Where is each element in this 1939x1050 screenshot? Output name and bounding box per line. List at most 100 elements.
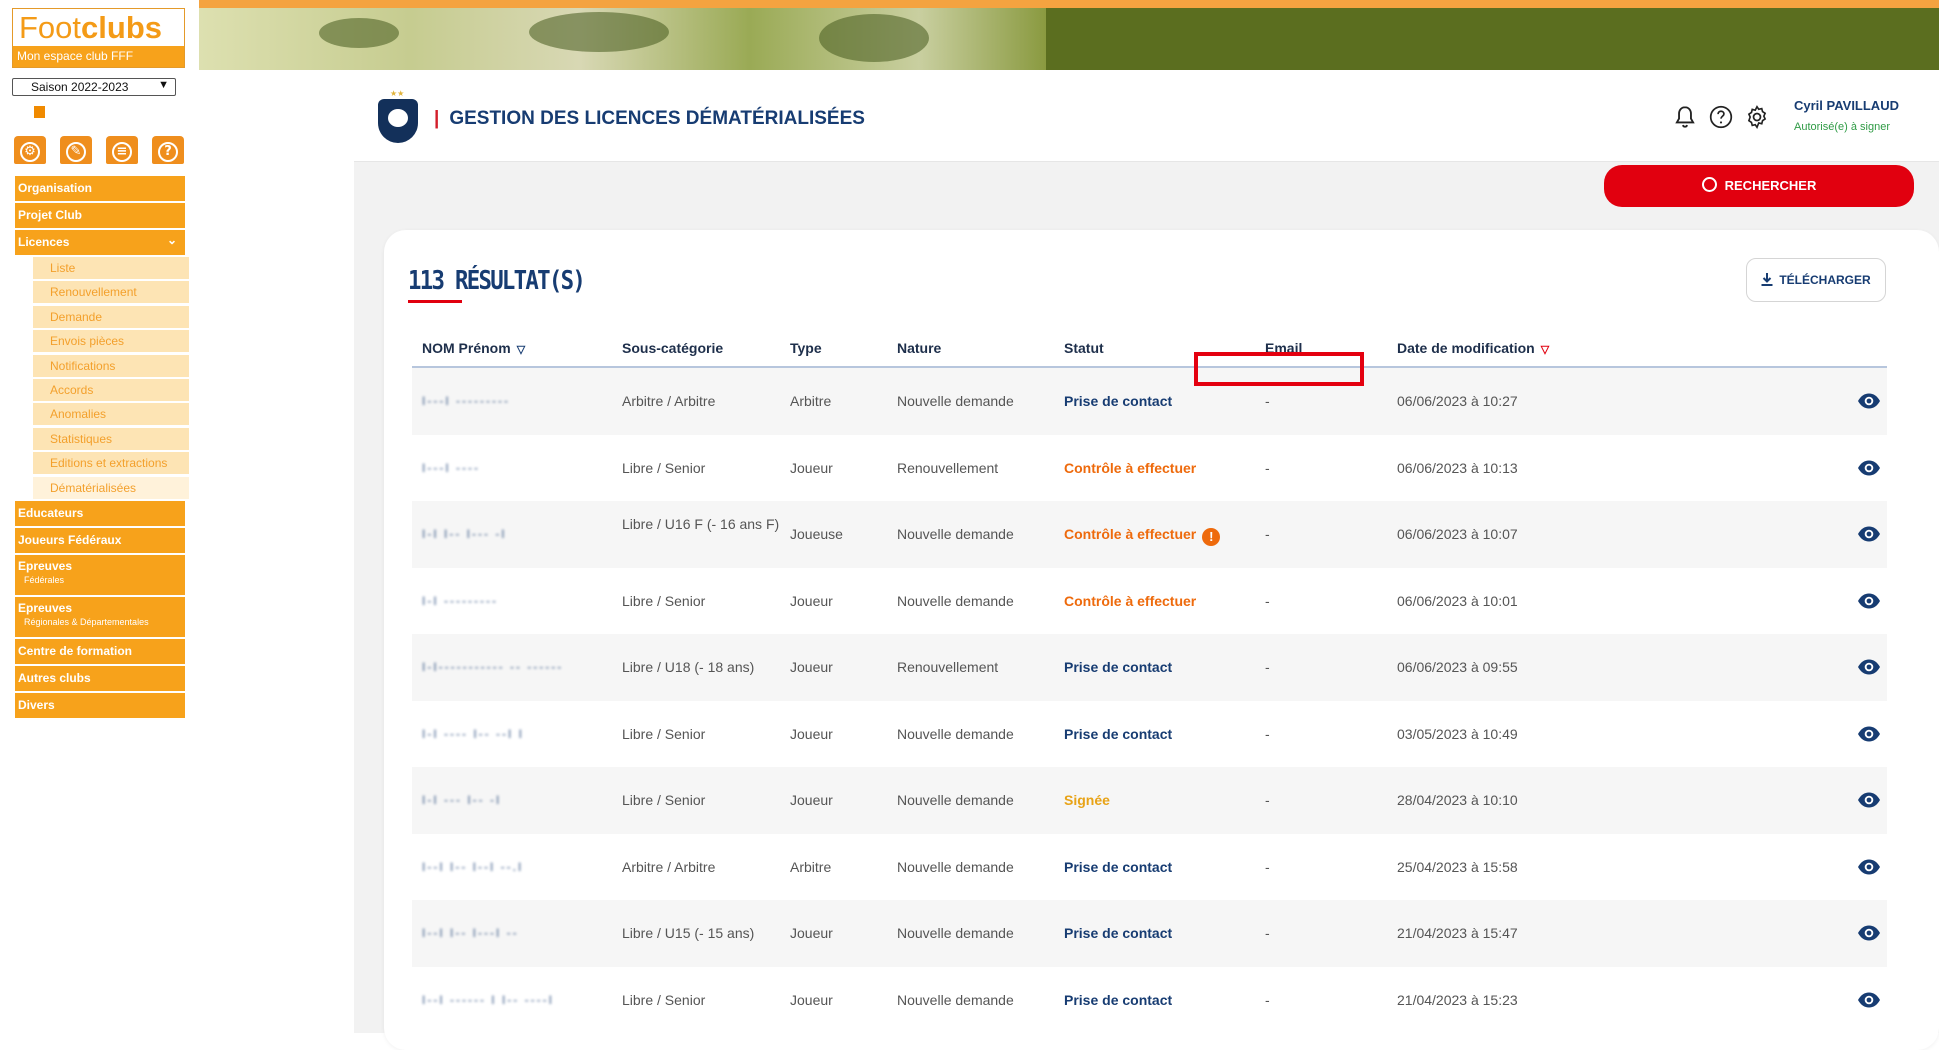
bell-icon[interactable] [1672, 104, 1698, 130]
cell-nature: Nouvelle demande [897, 526, 1014, 542]
help-icon[interactable] [1708, 104, 1734, 130]
column-type: Type [790, 340, 822, 356]
cell-email: - [1265, 925, 1270, 941]
cell-date-modification: 28/04/2023 à 10:10 [1397, 792, 1518, 808]
cell-nom-prenom[interactable]: I---I ---- [422, 461, 480, 475]
sidebar-subitem-notifications[interactable]: Notifications [33, 354, 189, 377]
cell-nom-prenom[interactable]: I--I I-- I---I -- [422, 926, 519, 940]
cell-date-modification: 06/06/2023 à 09:55 [1397, 659, 1518, 675]
table-row[interactable]: I--I I-- I--I --.I Arbitre / Arbitre Arb… [412, 834, 1887, 901]
tool-doc-button[interactable]: ≡ [106, 136, 138, 164]
download-button[interactable]: TÉLÉCHARGER [1746, 258, 1886, 302]
download-button-label: TÉLÉCHARGER [1779, 273, 1871, 287]
results-count-underline [408, 300, 462, 303]
download-icon [1761, 273, 1773, 286]
sidebar-item-label: Educateurs [18, 505, 84, 520]
cell-nom-prenom[interactable]: I-I----------- -- ------ [422, 660, 563, 674]
search-button[interactable]: RECHERCHER [1604, 165, 1914, 207]
user-name[interactable]: Cyril PAVILLAUD [1794, 98, 1899, 113]
results-count: 113 RÉSULTAT(S) [408, 266, 586, 296]
eye-icon[interactable] [1857, 656, 1881, 678]
home-icon [34, 106, 45, 118]
sidebar-subitem-accords[interactable]: Accords [33, 378, 189, 401]
season-select[interactable]: Saison 2022-2023 ▼ [12, 78, 176, 96]
chevron-down-icon: ▼ [158, 79, 169, 91]
footclubs-logo[interactable]: Footclubs Mon espace club FFF [12, 8, 185, 68]
banner-shape [529, 12, 669, 52]
table-header: NOM Prénom ▽ Sous-catégorie Type Nature S… [412, 330, 1887, 368]
status-badge: Prise de contact [1064, 991, 1173, 1008]
document-icon: ≡ [112, 142, 132, 162]
table-row[interactable]: I---I --------- Arbitre / Arbitre Arbitr… [412, 368, 1887, 435]
sidebar-item-educateurs[interactable]: Educateurs [15, 500, 185, 526]
eye-icon[interactable] [1857, 789, 1881, 811]
sidebar-item-joueurs-federaux[interactable]: Joueurs Fédéraux [15, 527, 185, 553]
sidebar-item-epreuves-federales[interactable]: Epreuves Fédérales [15, 554, 185, 595]
sidebar-subitem-renouvellement[interactable]: Renouvellement [33, 281, 189, 304]
sidebar-item-organisation[interactable]: Organisation [15, 176, 185, 201]
table-row[interactable]: I-I I-- I--- -I Libre / U16 F (- 16 ans … [412, 501, 1887, 568]
tool-notes-button[interactable]: ✎ [60, 136, 92, 164]
sidebar-item-epreuves-regionales[interactable]: Epreuves Régionales & Départementales [15, 596, 185, 637]
eye-icon[interactable] [1857, 723, 1881, 745]
column-nom-prenom[interactable]: NOM Prénom ▽ [422, 340, 525, 356]
results-card: 113 RÉSULTAT(S) TÉLÉCHARGER NOM Prénom ▽ … [384, 230, 1939, 1050]
sidebar-item-autres-clubs[interactable]: Autres clubs [15, 665, 185, 691]
cell-sous-categorie: Libre / U18 (- 18 ans) [622, 659, 755, 675]
help-icon: ? [158, 142, 178, 162]
chevron-down-icon: ▽ [516, 344, 526, 356]
table-row[interactable]: I-I --- I-- -I Libre / Senior Joueur Nou… [412, 767, 1887, 834]
cell-date-modification: 06/06/2023 à 10:01 [1397, 592, 1518, 609]
status-badge: Signée [1064, 792, 1110, 808]
cell-nom-prenom[interactable]: I-I --- I-- -I [422, 793, 501, 807]
eye-icon[interactable] [1857, 390, 1881, 412]
cell-date-modification: 06/06/2023 à 10:27 [1397, 393, 1518, 409]
cell-nom-prenom[interactable]: I-I ---- I-- --I I [422, 727, 524, 741]
cell-nom-prenom[interactable]: I---I --------- [422, 394, 510, 408]
eye-icon[interactable] [1857, 457, 1881, 479]
sidebar-subitem-demande[interactable]: Demande [33, 305, 189, 328]
sidebar-item-divers[interactable]: Divers [15, 692, 185, 718]
table-row[interactable]: I--I I-- I---I -- Libre / U15 (- 15 ans)… [412, 900, 1887, 967]
status-badge: Prise de contact [1064, 925, 1173, 941]
cell-nom-prenom[interactable]: I--I ------ I I-- ----I [422, 993, 554, 1007]
chevron-down-icon: ⌄ [166, 233, 177, 247]
sidebar-item-projet-club[interactable]: Projet Club [15, 203, 185, 228]
sidebar-subitem-anomalies[interactable]: Anomalies [33, 403, 189, 426]
sidebar-item-licences[interactable]: Licences ⌄ [15, 230, 185, 255]
sidebar-subitem-envois-pieces[interactable]: Envois pièces [33, 330, 189, 353]
tool-club-button[interactable]: ⚙ [14, 136, 46, 164]
sidebar-subitem-editions[interactable]: Editions et extractions [33, 452, 189, 475]
sidebar-subitem-statistiques[interactable]: Statistiques [33, 427, 189, 450]
tool-help-button[interactable]: ? [152, 136, 184, 164]
gear-icon[interactable] [1744, 104, 1770, 130]
eye-icon[interactable] [1857, 922, 1881, 944]
table-row[interactable]: I-I ---- I-- --I I Libre / Senior Joueur… [412, 701, 1887, 768]
sidebar-toolbar: ⚙ ✎ ≡ ? [14, 136, 186, 164]
cell-nom-prenom[interactable]: I-I --------- [422, 594, 498, 608]
page-header: ★★ | GESTION DES LICENCES DÉMATÉRIALISÉES… [354, 70, 1939, 162]
cell-statut: Prise de contact [1064, 992, 1172, 1008]
sidebar-item-label: Epreuves [18, 558, 73, 573]
banner-shape [819, 14, 929, 62]
sidebar-item-centre-formation[interactable]: Centre de formation [15, 638, 185, 664]
sidebar-item-sublabel: Régionales & Départementales [24, 616, 149, 627]
cell-nom-prenom[interactable]: I--I I-- I--I --.I [422, 860, 523, 874]
table-row[interactable]: I---I ---- Libre / Senior Joueur Renouve… [412, 435, 1887, 502]
cell-sous-categorie: Libre / Senior [622, 725, 706, 742]
banner-shape [319, 18, 399, 48]
eye-icon[interactable] [1857, 523, 1881, 545]
eye-icon[interactable] [1857, 989, 1881, 1011]
fff-logo[interactable]: ★★ [378, 89, 418, 143]
table-row[interactable]: I-I----------- -- ------ Libre / U18 (- … [412, 634, 1887, 701]
table-row[interactable]: I-I --------- Libre / Senior Joueur Nouv… [412, 568, 1887, 635]
eye-icon[interactable] [1857, 590, 1881, 612]
table-row[interactable]: I--I ------ I I-- ----I Libre / Senior J… [412, 967, 1887, 1034]
eye-icon[interactable] [1857, 856, 1881, 878]
column-date-modification[interactable]: Date de modification ▽ [1397, 340, 1549, 356]
sidebar-subitem-liste[interactable]: Liste [33, 257, 189, 279]
cell-nom-prenom[interactable]: I-I I-- I--- -I [422, 527, 507, 541]
sidebar-subitem-dematerialisees[interactable]: Dématérialisées [33, 476, 189, 499]
cell-email: - [1265, 393, 1270, 409]
sidebar-item-sublabel: Fédérales [24, 574, 65, 585]
